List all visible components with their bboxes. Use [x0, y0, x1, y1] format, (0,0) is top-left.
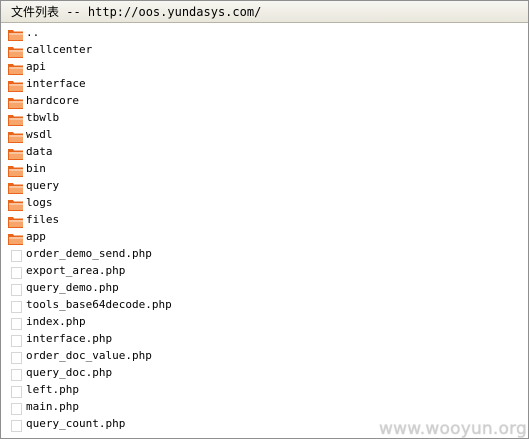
- folder-icon: [8, 162, 24, 177]
- folder-row[interactable]: logs: [1, 194, 528, 211]
- folder-icon: [8, 77, 24, 92]
- folder-name[interactable]: bin: [26, 161, 46, 176]
- folder-name[interactable]: callcenter: [26, 42, 92, 57]
- file-name[interactable]: query_demo.php: [26, 280, 119, 295]
- file-row[interactable]: query_demo.php: [1, 279, 528, 296]
- file-name[interactable]: main.php: [26, 399, 79, 414]
- file-name[interactable]: left.php: [26, 382, 79, 397]
- folder-name[interactable]: query: [26, 178, 59, 193]
- folder-row[interactable]: interface: [1, 75, 528, 92]
- folder-name[interactable]: hardcore: [26, 93, 79, 108]
- folder-row[interactable]: app: [1, 228, 528, 245]
- folder-row[interactable]: files: [1, 211, 528, 228]
- file-icon: [8, 315, 24, 330]
- file-name[interactable]: export_area.php: [26, 263, 125, 278]
- file-icon: [8, 247, 24, 262]
- file-icon: [8, 417, 24, 432]
- title-bar: 文件列表 -- http://oos.yundasys.com/: [1, 1, 528, 23]
- file-icon: [8, 349, 24, 364]
- file-row[interactable]: main.php: [1, 398, 528, 415]
- folder-icon: [8, 145, 24, 160]
- folder-icon: [8, 196, 24, 211]
- folder-icon: [8, 213, 24, 228]
- folder-icon: [8, 179, 24, 194]
- folder-name[interactable]: interface: [26, 76, 86, 91]
- file-list-window: 文件列表 -- http://oos.yundasys.com/ .. callc…: [0, 0, 529, 439]
- folder-row[interactable]: tbwlb: [1, 109, 528, 126]
- folder-icon: [8, 94, 24, 109]
- folder-icon: [8, 230, 24, 245]
- folder-icon: [8, 60, 24, 75]
- folder-name[interactable]: data: [26, 144, 53, 159]
- folder-icon: [8, 111, 24, 126]
- folder-row[interactable]: wsdl: [1, 126, 528, 143]
- folder-icon: [8, 128, 24, 143]
- file-row[interactable]: index.php: [1, 313, 528, 330]
- file-icon: [8, 298, 24, 313]
- folder-name[interactable]: ..: [26, 25, 39, 40]
- file-row[interactable]: order_demo_send.php: [1, 245, 528, 262]
- folder-name[interactable]: logs: [26, 195, 53, 210]
- file-row[interactable]: order_doc_value.php: [1, 347, 528, 364]
- file-name[interactable]: interface.php: [26, 331, 112, 346]
- folder-name[interactable]: api: [26, 59, 46, 74]
- folder-row[interactable]: ..: [1, 24, 528, 41]
- folder-row[interactable]: api: [1, 58, 528, 75]
- file-name[interactable]: index.php: [26, 314, 86, 329]
- file-icon: [8, 264, 24, 279]
- folder-row[interactable]: hardcore: [1, 92, 528, 109]
- folder-row[interactable]: callcenter: [1, 41, 528, 58]
- folder-row[interactable]: query: [1, 177, 528, 194]
- folder-icon: [8, 43, 24, 58]
- file-name[interactable]: query_doc.php: [26, 365, 112, 380]
- window-title: 文件列表 -- http://oos.yundasys.com/: [11, 5, 262, 19]
- file-icon: [8, 332, 24, 347]
- folder-name[interactable]: wsdl: [26, 127, 53, 142]
- file-icon: [8, 383, 24, 398]
- file-row[interactable]: export_area.php: [1, 262, 528, 279]
- watermark: www.wooyun.org: [379, 419, 527, 439]
- file-name[interactable]: query_count.php: [26, 416, 125, 431]
- folder-row[interactable]: bin: [1, 160, 528, 177]
- file-icon: [8, 281, 24, 296]
- file-name[interactable]: tools_base64decode.php: [26, 297, 172, 312]
- file-name[interactable]: order_doc_value.php: [26, 348, 152, 363]
- file-row[interactable]: interface.php: [1, 330, 528, 347]
- file-name[interactable]: order_demo_send.php: [26, 246, 152, 261]
- file-row[interactable]: query_doc.php: [1, 364, 528, 381]
- folder-icon: [8, 26, 24, 41]
- file-row[interactable]: left.php: [1, 381, 528, 398]
- file-row[interactable]: tools_base64decode.php: [1, 296, 528, 313]
- folder-name[interactable]: tbwlb: [26, 110, 59, 125]
- folder-name[interactable]: app: [26, 229, 46, 244]
- file-icon: [8, 366, 24, 381]
- folder-row[interactable]: data: [1, 143, 528, 160]
- file-icon: [8, 400, 24, 415]
- folder-name[interactable]: files: [26, 212, 59, 227]
